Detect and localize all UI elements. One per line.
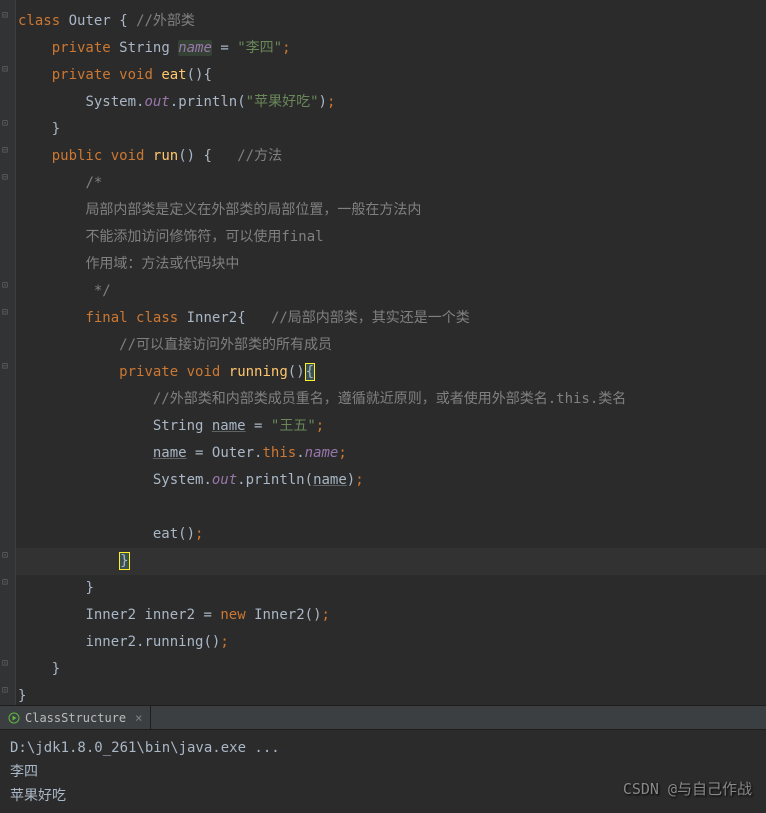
fold-icon[interactable]: ⊟ bbox=[2, 64, 12, 74]
console-line: D:\jdk1.8.0_261\bin\java.exe ... bbox=[10, 736, 756, 760]
code-line: //可以直接访问外部类的所有成员 bbox=[16, 332, 766, 359]
code-line: inner2.running(); bbox=[16, 629, 766, 656]
code-line bbox=[16, 494, 766, 521]
fold-icon[interactable]: ⊟ bbox=[2, 10, 12, 20]
tab-classstructure[interactable]: ClassStructure × bbox=[0, 706, 151, 729]
code-line: System.out.println("苹果好吃"); bbox=[16, 89, 766, 116]
code-line: /* bbox=[16, 170, 766, 197]
run-icon bbox=[8, 712, 20, 724]
fold-icon[interactable]: ⊟ bbox=[2, 361, 12, 371]
close-icon[interactable]: × bbox=[135, 711, 142, 725]
fold-icon[interactable]: ⊡ bbox=[2, 280, 12, 290]
fold-icon[interactable]: ⊟ bbox=[2, 145, 12, 155]
fold-icon[interactable]: ⊡ bbox=[2, 685, 12, 695]
code-line: 局部内部类是定义在外部类的局部位置，一般在方法内 bbox=[16, 197, 766, 224]
code-line: Inner2 inner2 = new Inner2(); bbox=[16, 602, 766, 629]
fold-icon[interactable]: ⊟ bbox=[2, 172, 12, 182]
code-line: String name = "王五"; bbox=[16, 413, 766, 440]
gutter: ⊟ ⊟ ⊡ ⊟ ⊟ ⊡ ⊟ ⊟ ⊡ ⊡ ⊡ ⊡ bbox=[0, 0, 16, 705]
code-line: private void running(){ bbox=[16, 359, 766, 386]
code-line: eat(); bbox=[16, 521, 766, 548]
code-line: name = Outer.this.name; bbox=[16, 440, 766, 467]
fold-icon[interactable]: ⊟ bbox=[2, 307, 12, 317]
code-line: 不能添加访问修饰符，可以使用final bbox=[16, 224, 766, 251]
code-line: //外部类和内部类成员重名，遵循就近原则，或者使用外部类名.this.类名 bbox=[16, 386, 766, 413]
fold-icon[interactable]: ⊡ bbox=[2, 658, 12, 668]
code-line: } bbox=[16, 575, 766, 602]
code-line: public void run() { //方法 bbox=[16, 143, 766, 170]
code-editor[interactable]: ⊟ ⊟ ⊡ ⊟ ⊟ ⊡ ⊟ ⊟ ⊡ ⊡ ⊡ ⊡ class Outer { //… bbox=[0, 0, 766, 705]
console-output[interactable]: D:\jdk1.8.0_261\bin\java.exe ... 李四 苹果好吃… bbox=[0, 730, 766, 813]
code-line: System.out.println(name); bbox=[16, 467, 766, 494]
code-line: */ bbox=[16, 278, 766, 305]
code-line: 作用域：方法或代码块中 bbox=[16, 251, 766, 278]
watermark: CSDN @与自己作战 bbox=[623, 777, 752, 801]
code-line: private void eat(){ bbox=[16, 62, 766, 89]
fold-icon[interactable]: ⊡ bbox=[2, 118, 12, 128]
code-line-active: } bbox=[16, 548, 766, 575]
code-line: } bbox=[16, 656, 766, 683]
code-line: private String name = "李四"; bbox=[16, 35, 766, 62]
code-line: final class Inner2{ //局部内部类，其实还是一个类 bbox=[16, 305, 766, 332]
tab-label: ClassStructure bbox=[25, 711, 126, 725]
fold-icon[interactable]: ⊡ bbox=[2, 550, 12, 560]
code-line: class Outer { //外部类 bbox=[16, 8, 766, 35]
code-line: } bbox=[16, 116, 766, 143]
fold-icon[interactable]: ⊡ bbox=[2, 577, 12, 587]
code-content[interactable]: class Outer { //外部类 private String name … bbox=[16, 0, 766, 705]
